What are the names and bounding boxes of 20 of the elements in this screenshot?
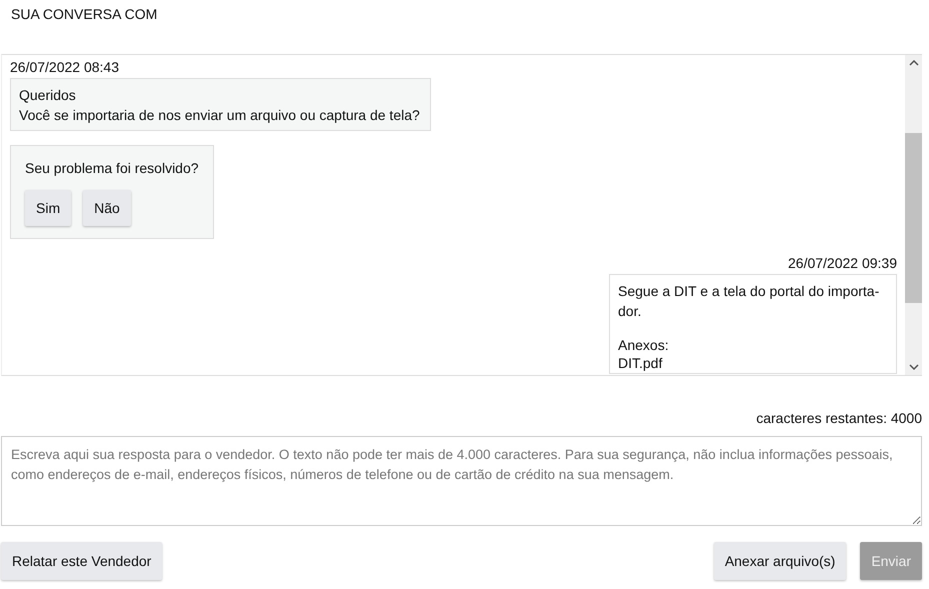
- conversation-title: SUA CONVERSA COM: [11, 6, 158, 23]
- survey-question: Seu problema foi resolvido?: [25, 160, 199, 176]
- scroll-up-icon[interactable]: [908, 60, 918, 66]
- message-timestamp: 26/07/2022 08:43: [10, 59, 119, 76]
- answer-button[interactable]: Não: [83, 190, 131, 226]
- message-text: Você se importaria de nos enviar um arquivo ou captura de tela?: [19, 106, 420, 125]
- attachments-label: Anexos:: [618, 336, 670, 355]
- reply-field[interactable]: Escreva aqui sua resposta para o vendedor. O texto não pode ter mais de 4.000 caracteres. Para sua segurança, não inclua informações pessoais, como endereços de e-mail, endereços físicos, números de telefone ou de cartão de crédito na sua mensagem.: [1, 436, 922, 526]
- attach-files-button[interactable]: Anexar arquivo(s): [714, 542, 846, 580]
- characters-remaining: caracteres restantes: 4000: [755, 410, 922, 427]
- answer-button[interactable]: Sim: [25, 190, 72, 226]
- message-text: Queridos: [19, 86, 77, 105]
- message-text: Segue a DIT e a tela do portal do importa-: [618, 282, 880, 301]
- message-text: dor.: [618, 302, 642, 321]
- attachment-link[interactable]: DIT.pdf: [618, 355, 886, 371]
- scrollbar-thumb[interactable]: [905, 133, 922, 303]
- scrollbar[interactable]: [905, 55, 922, 375]
- report-seller-button[interactable]: Relatar este Vendedor: [1, 542, 162, 580]
- message-timestamp: 26/07/2022 09:39: [788, 255, 897, 272]
- scroll-down-icon[interactable]: [908, 364, 918, 370]
